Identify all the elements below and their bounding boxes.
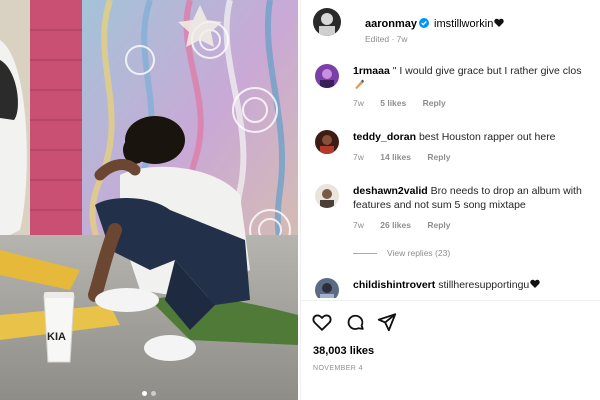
post-panel: aaronmay imstillworkin Edited · 7w 1rmaa…: [300, 0, 600, 400]
caption-header: aaronmay imstillworkin Edited · 7w: [313, 8, 600, 44]
comment-likes[interactable]: 5 likes: [380, 98, 406, 108]
view-replies-label: View replies (23): [387, 248, 451, 258]
reply-button[interactable]: Reply: [427, 220, 450, 230]
svg-text:KIA: KIA: [47, 331, 66, 343]
comment-username[interactable]: 1rmaaa: [353, 65, 390, 77]
author-username[interactable]: aaronmay: [365, 18, 417, 30]
commenter-avatar[interactable]: [315, 278, 339, 298]
comment-likes[interactable]: 26 likes: [380, 220, 411, 230]
comment-text: stillheresupportingu: [438, 279, 530, 291]
comment-text-block: deshawn2valid Bro needs to drop an album…: [353, 184, 600, 212]
carousel-dot-active: [142, 391, 147, 396]
comment-bubble-icon[interactable]: [344, 311, 366, 333]
caption-text: imstillworkin: [434, 18, 494, 30]
comment-text: best Houston rapper out here: [418, 131, 556, 143]
comment-text-block: childishintrovert stillheresupportingu: [353, 278, 600, 294]
photo-illustration: KIA: [0, 0, 298, 400]
share-paper-plane-icon[interactable]: [376, 311, 398, 333]
comment-item: 1rmaaa " I would give grace but I rather…: [313, 64, 600, 114]
action-bar: 38,003 likes NOVEMBER 4: [301, 300, 600, 400]
reply-button[interactable]: Reply: [423, 98, 446, 108]
likes-count[interactable]: 38,003 likes: [313, 345, 374, 357]
edited-label: Edited: [365, 34, 390, 44]
comment-username[interactable]: childishintrovert: [353, 279, 435, 291]
comment-time: 7w: [353, 98, 364, 108]
black-heart-icon: [494, 18, 505, 27]
comment-time: 7w: [353, 152, 364, 162]
caption-line: aaronmay imstillworkin: [365, 18, 505, 30]
commenter-avatar[interactable]: [315, 184, 339, 208]
post-date: NOVEMBER 4: [313, 365, 363, 372]
comment-text-block: 1rmaaa " I would give grace but I rather…: [353, 64, 600, 92]
comment-item: deshawn2valid Bro needs to drop an album…: [313, 184, 600, 264]
black-heart-icon: [530, 279, 540, 288]
post-photo[interactable]: KIA: [0, 0, 298, 400]
comment-username[interactable]: teddy_doran: [353, 131, 416, 143]
comment-item: teddy_doran best Houston rapper out here…: [313, 130, 600, 170]
comment-meta: 7w 14 likes Reply: [353, 152, 465, 162]
comment-username[interactable]: deshawn2valid: [353, 185, 428, 197]
commenter-avatar[interactable]: [315, 64, 339, 88]
comment-time: 7w: [353, 220, 364, 230]
comment-meta: 7w 5 likes Reply: [353, 98, 460, 108]
comment-text-block: teddy_doran best Houston rapper out here: [353, 130, 600, 146]
author-avatar[interactable]: [313, 8, 341, 36]
comment-item: childishintrovert stillheresupportingu: [313, 278, 600, 298]
replies-divider-line: [353, 253, 377, 255]
comment-likes[interactable]: 14 likes: [380, 152, 411, 162]
caption-time: 7w: [396, 34, 408, 44]
writing-hand-icon: [355, 79, 364, 89]
caption-meta: Edited · 7w: [365, 34, 408, 44]
reply-button[interactable]: Reply: [427, 152, 450, 162]
carousel-indicator: [0, 391, 298, 396]
comment-meta: 7w 26 likes Reply: [353, 220, 465, 230]
comment-text: " I would give grace but I rather give c…: [392, 65, 582, 77]
like-heart-icon[interactable]: [311, 311, 333, 333]
view-replies-button[interactable]: View replies (23): [353, 248, 450, 258]
carousel-dot: [151, 391, 156, 396]
verified-badge-icon: [418, 18, 429, 28]
commenter-avatar[interactable]: [315, 130, 339, 154]
